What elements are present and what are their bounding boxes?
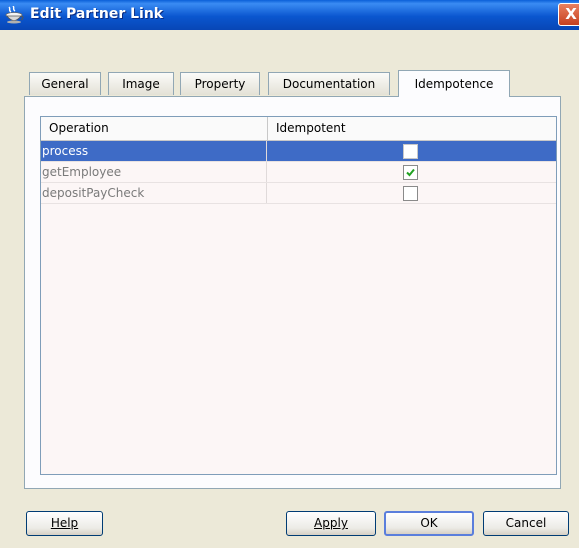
window-title: Edit Partner Link: [30, 6, 164, 22]
cancel-button[interactable]: Cancel: [483, 511, 569, 536]
column-header-operation[interactable]: Operation: [41, 117, 267, 140]
ok-button[interactable]: OK: [384, 511, 474, 536]
operations-table[interactable]: Operation Idempotent process getEmployee…: [40, 116, 557, 475]
idempotent-checkbox[interactable]: [403, 186, 418, 201]
tab-idempotence[interactable]: Idempotence: [398, 70, 510, 97]
help-button[interactable]: Help: [26, 511, 103, 536]
tab-label: Documentation: [282, 77, 376, 91]
coffee-cup-icon: [5, 5, 25, 24]
tab-label: Property: [194, 77, 246, 91]
close-icon: X: [565, 5, 577, 23]
ok-button-label: OK: [420, 516, 438, 530]
table-header: Operation Idempotent: [41, 117, 556, 141]
column-header-idempotent[interactable]: Idempotent: [267, 117, 556, 140]
tab-documentation[interactable]: Documentation: [268, 72, 390, 95]
operation-cell: depositPayCheck: [41, 183, 267, 203]
tab-label: Idempotence: [414, 77, 494, 91]
idempotent-checkbox[interactable]: [403, 165, 418, 180]
cancel-button-label: Cancel: [505, 516, 547, 530]
close-button[interactable]: X: [558, 3, 579, 26]
idempotent-checkbox[interactable]: [403, 144, 418, 159]
tab-label: Image: [122, 77, 160, 91]
tab-label: General: [41, 77, 89, 91]
operation-cell: process: [41, 141, 267, 161]
tab-property[interactable]: Property: [180, 72, 260, 95]
table-row[interactable]: getEmployee: [41, 162, 556, 183]
title-bar[interactable]: Edit Partner Link X: [0, 0, 579, 30]
checkmark-icon: [406, 168, 415, 177]
table-row[interactable]: process: [41, 141, 556, 162]
apply-button-label: Apply: [314, 516, 348, 530]
tab-image[interactable]: Image: [108, 72, 174, 95]
apply-button[interactable]: Apply: [286, 511, 376, 536]
operation-cell: getEmployee: [41, 162, 267, 182]
tab-general[interactable]: General: [29, 72, 101, 95]
table-row[interactable]: depositPayCheck: [41, 183, 556, 204]
help-button-label: Help: [50, 516, 79, 530]
